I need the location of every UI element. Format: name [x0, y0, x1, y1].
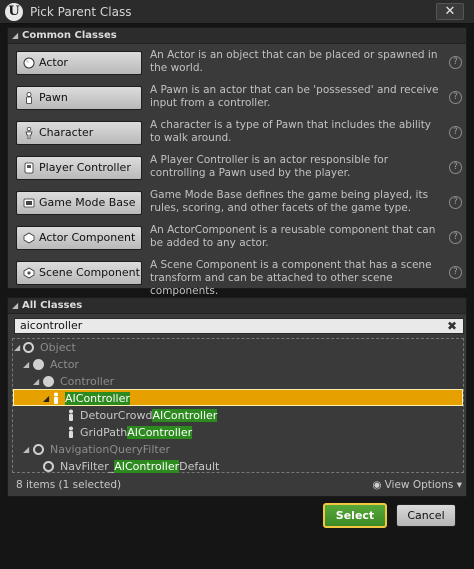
expand-triangle-icon[interactable]: ◢ [23, 356, 33, 373]
tree-row-label: Controller [60, 375, 115, 388]
help-icon[interactable]: ? [449, 231, 462, 244]
sphere-icon [23, 57, 35, 69]
sphere-icon [33, 359, 44, 370]
tree-row-aicontroller[interactable]: ◢ AIController [13, 389, 463, 406]
close-button[interactable]: ✕ [436, 3, 464, 20]
help-icon[interactable]: ? [449, 91, 462, 104]
view-options-button[interactable]: ◉ View Options ▾ [372, 479, 462, 491]
search-value: aicontroller [20, 319, 83, 332]
tree-row-object[interactable]: ◢ Object [13, 339, 463, 356]
common-class-row-game-mode-base: Game Mode Base Game Mode Base defines th… [16, 189, 462, 219]
controller-node-icon [43, 376, 54, 387]
chevron-down-icon: ▾ [456, 479, 462, 491]
tree-row-label: GridPathAIController [80, 426, 193, 439]
common-class-row-scene-component: Scene Component A Scene Component is a c… [16, 259, 462, 297]
help-icon[interactable]: ? [449, 56, 462, 69]
window-title: Pick Parent Class [30, 5, 132, 19]
help-icon[interactable]: ? [449, 266, 462, 279]
tree-row-navigationqueryfilter[interactable]: ◢ NavigationQueryFilter [13, 441, 463, 458]
all-classes-panel: ◢ All Classes aicontroller ✖ ◢ Object ◢ … [7, 297, 467, 497]
common-classes-header[interactable]: ◢ Common Classes [8, 28, 466, 44]
tree-row-controller[interactable]: ◢ Controller [13, 373, 463, 390]
class-description: A Scene Component is a component that ha… [150, 259, 432, 297]
collapse-triangle-icon: ◢ [12, 301, 19, 310]
pawn-icon [69, 409, 73, 421]
character-icon [25, 127, 33, 139]
class-node-icon [33, 444, 44, 455]
tree-row-actor[interactable]: ◢ Actor [13, 356, 463, 373]
class-description: An Actor is an object that can be placed… [150, 49, 438, 74]
class-description: An ActorComponent is a reusable componen… [150, 224, 436, 249]
eye-icon: ◉ [372, 479, 382, 491]
pawn-icon [26, 92, 32, 104]
class-node-icon [43, 461, 54, 472]
tree-row-label: Object [40, 341, 76, 354]
tree-row-navfilter-aicontroller-default[interactable]: NavFilter_AIControllerDefault [13, 458, 463, 475]
tree-row-label: DetourCrowdAIController [80, 409, 218, 422]
tree-row-label: NavFilter_AIControllerDefault [60, 460, 220, 473]
component-icon [23, 232, 35, 244]
select-button[interactable]: Select [323, 503, 387, 528]
help-icon[interactable]: ? [449, 161, 462, 174]
scene-component-icon [23, 267, 35, 279]
tree-row-gridpath-aicontroller[interactable]: GridPathAIController [13, 424, 463, 441]
common-class-row-actor: Actor An Actor is an object that can be … [16, 49, 462, 79]
tree-row-detourcrowd-aicontroller[interactable]: DetourCrowdAIController [13, 407, 463, 424]
expand-triangle-icon[interactable]: ◢ [43, 390, 53, 407]
class-tree: ◢ Object ◢ Actor ◢ Controller ◢ AIContro… [12, 338, 464, 473]
player-controller-class-button[interactable]: Player Controller [16, 156, 142, 180]
character-class-button[interactable]: Character [16, 121, 142, 145]
common-class-row-character: Character A character is a type of Pawn … [16, 119, 462, 149]
controller-icon [24, 162, 34, 174]
actor-component-class-button[interactable]: Actor Component [16, 226, 142, 250]
class-description: A character is a type of Pawn that inclu… [150, 119, 432, 144]
common-class-row-actor-component: Actor Component An ActorComponent is a r… [16, 224, 462, 254]
tree-row-label: Actor [50, 358, 79, 371]
pawn-icon [54, 392, 58, 404]
clear-search-icon[interactable]: ✖ [447, 319, 457, 333]
pawn-icon [69, 426, 73, 438]
class-description: A Pawn is an actor that can be 'possesse… [150, 84, 439, 109]
class-search-input[interactable]: aicontroller ✖ [14, 318, 464, 334]
tree-row-label: NavigationQueryFilter [50, 443, 171, 456]
common-classes-panel: ◢ Common Classes Actor An Actor is an ob… [7, 27, 467, 297]
expand-triangle-icon[interactable]: ◢ [23, 441, 33, 458]
tree-row-label: AIController [65, 392, 130, 405]
title-bar: U Pick Parent Class ✕ [0, 0, 474, 24]
pawn-class-button[interactable]: Pawn [16, 86, 142, 110]
all-classes-header[interactable]: ◢ All Classes [8, 298, 466, 314]
game-mode-base-class-button[interactable]: Game Mode Base [16, 191, 142, 215]
scene-component-class-button[interactable]: Scene Component [16, 261, 142, 285]
expand-triangle-icon[interactable]: ◢ [33, 373, 43, 390]
unreal-logo-icon: U [5, 3, 23, 21]
class-node-icon [23, 342, 34, 353]
actor-class-button[interactable]: Actor [16, 51, 142, 75]
cancel-button[interactable]: Cancel [396, 504, 456, 527]
class-description: Game Mode Base defines the game being pl… [150, 189, 429, 214]
help-icon[interactable]: ? [449, 196, 462, 209]
game-mode-icon [23, 198, 35, 208]
collapse-triangle-icon: ◢ [12, 31, 19, 40]
item-count-status: 8 items (1 selected) [16, 479, 122, 491]
common-class-row-player-controller: Player Controller A Player Controller is… [16, 154, 462, 184]
help-icon[interactable]: ? [449, 126, 462, 139]
common-class-row-pawn: Pawn A Pawn is an actor that can be 'pos… [16, 84, 462, 114]
class-description: A Player Controller is an actor responsi… [150, 154, 389, 179]
